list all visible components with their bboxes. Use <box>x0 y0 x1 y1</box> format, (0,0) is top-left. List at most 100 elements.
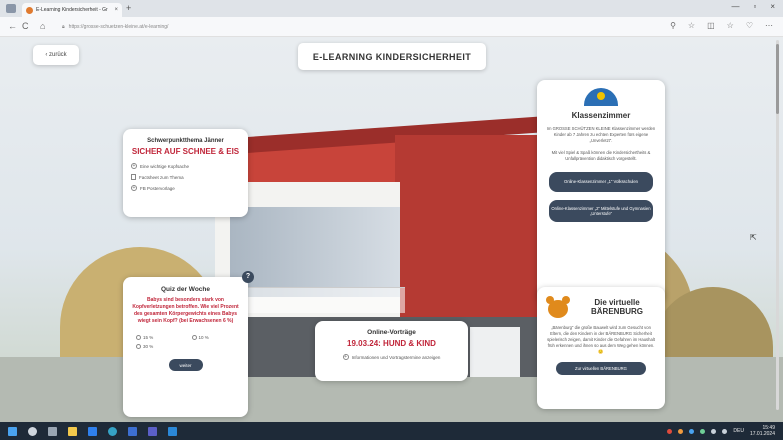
quiz-question: Babys sind besonders stark von Kopfverle… <box>132 297 239 324</box>
office-icon[interactable] <box>168 426 177 436</box>
document-icon <box>131 174 136 180</box>
windows-taskbar: DEU 15:49 17.01.2024 <box>0 422 783 440</box>
classroom-heading: Klassenzimmer <box>571 111 631 120</box>
radio-icon[interactable] <box>136 344 141 349</box>
focus-link-label: Eine wichtige Kopfsache <box>140 163 190 169</box>
focus-link-label: Factsheet zum Thema <box>139 174 184 180</box>
radio-icon[interactable] <box>136 335 141 340</box>
browser-tabbar: E-Learning Kindersicherheit - Gr × + — ▫… <box>0 0 783 17</box>
close-window-button[interactable]: × <box>770 2 775 11</box>
talks-link-label: Informationen und Vortragstermine anzeig… <box>351 354 441 360</box>
new-tab-button[interactable]: + <box>126 3 131 13</box>
house-door <box>470 327 520 377</box>
split-screen-icon[interactable]: ◫ <box>707 21 715 30</box>
url-field[interactable]: 🔒︎ https://grosse-schuetzen-kleine.at/e-… <box>62 20 662 33</box>
lock-icon: 🔒︎ <box>62 23 65 30</box>
url-text: https://grosse-schuetzen-kleine.at/e-lea… <box>68 23 169 30</box>
focus-link-label: FB Postervorlage <box>140 185 175 191</box>
back-button-label: ‹ zurück <box>45 52 67 58</box>
quiz-option[interactable]: 15 % <box>136 335 186 340</box>
focus-link-factsheet[interactable]: Factsheet zum Thema <box>131 174 240 180</box>
task-view-icon[interactable] <box>48 426 57 436</box>
back-button[interactable]: ‹ zurück <box>33 45 79 65</box>
focus-headline: SICHER AUF SCHNEE & EIS <box>131 147 240 156</box>
radio-icon[interactable] <box>191 335 197 340</box>
read-aloud-icon[interactable]: ⚲ <box>670 21 676 30</box>
mail-icon[interactable] <box>88 426 97 436</box>
tray-app-icon[interactable] <box>700 428 706 434</box>
classroom-primary-button[interactable]: Online-Klassenzimmer „1“ Volksschulen <box>549 172 653 192</box>
tray-app-icon[interactable] <box>689 428 695 434</box>
tray-app-icon[interactable] <box>667 428 673 434</box>
plus-circle-icon: + <box>342 354 349 360</box>
favorites-icon[interactable]: ☆ <box>727 21 734 30</box>
page-title-text: E-LEARNING KINDERSICHERHEIT <box>312 51 472 62</box>
tab-title: E-Learning Kindersicherheit - Gr <box>36 7 108 13</box>
store-icon[interactable] <box>128 426 137 436</box>
baerenburg-button[interactable]: Zur virtuellen BÄRENBURG <box>556 362 646 375</box>
quiz-option-label: 10 % <box>198 335 209 340</box>
quiz-option[interactable]: 10 % <box>191 335 242 340</box>
plus-circle-icon: + <box>131 185 137 191</box>
talks-link[interactable]: + Informationen und Vortragstermine anze… <box>323 354 460 360</box>
page-canvas: ‹ zurück E-LEARNING KINDERSICHERHEIT Sch… <box>0 37 783 422</box>
quiz-next-button[interactable]: weiter <box>168 359 203 371</box>
taskbar-apps <box>0 426 177 436</box>
edge-browser-icon[interactable] <box>108 426 117 436</box>
scrollbar-thumb[interactable] <box>776 44 779 114</box>
search-icon[interactable] <box>28 426 37 436</box>
quiz-card: ? Quiz der Woche Babys sind besonders st… <box>123 271 254 417</box>
browser-toolbar: ⚲ ☆ ◫ ☆ ♡ ⋯ <box>670 21 773 30</box>
focus-topic-card: Schwerpunktthema Jänner SICHER AUF SCHNE… <box>123 129 248 217</box>
focus-link-video[interactable]: + Eine wichtige Kopfsache <box>131 163 240 169</box>
talks-heading: Online-Vorträge <box>367 329 416 336</box>
tray-app-icon[interactable] <box>678 428 684 434</box>
window-menu-icon[interactable] <box>6 4 16 13</box>
quiz-option[interactable]: 30 % <box>136 344 186 349</box>
tab-close-icon[interactable]: × <box>114 7 118 13</box>
classroom-secondary-button[interactable]: Online-Klassenzimmer „2“ Mittelstufe und… <box>549 200 653 222</box>
clock-date: 17.01.2024 <box>749 431 775 437</box>
baerenburg-card: Die virtuelle BÄRENBURG „Bärenburg“ die … <box>537 287 665 409</box>
baerenburg-description: „Bärenburg“ die große Bauwelt wird zum G… <box>547 325 655 354</box>
page-title: E-LEARNING KINDERSICHERHEIT <box>298 43 486 70</box>
mouse-cursor-icon: ⇱ <box>750 233 757 242</box>
quiz-options: 15 % 10 % 30 % <box>130 335 241 349</box>
quiz-option-label: 15 % <box>143 335 154 340</box>
teams-icon[interactable] <box>148 426 157 436</box>
home-icon[interactable]: ⌂ <box>40 21 45 31</box>
system-tray: DEU 15:49 17.01.2024 <box>667 425 775 437</box>
focus-link-poster[interactable]: + FB Postervorlage <box>131 185 240 191</box>
question-mark-icon: ? <box>242 271 254 283</box>
bear-icon <box>545 295 571 319</box>
classroom-logo-icon <box>584 88 618 106</box>
favorite-star-icon[interactable]: ☆ <box>688 21 695 30</box>
volume-icon[interactable] <box>722 428 728 434</box>
quiz-heading: Quiz der Woche <box>161 286 210 293</box>
back-arrow-icon[interactable]: ← <box>8 21 17 31</box>
maximize-button[interactable]: ▫ <box>753 2 756 11</box>
taskbar-clock[interactable]: 15:49 17.01.2024 <box>750 425 775 437</box>
house-window <box>230 207 400 297</box>
classroom-intro: Im GROSSE SCHÜTZEN KLEINE Klassenzimmer … <box>546 126 656 143</box>
classroom-description: Mit viel Spiel & Spaß können die Kinders… <box>551 150 651 161</box>
plus-circle-icon: + <box>131 163 137 169</box>
windows-start-icon[interactable] <box>8 426 17 436</box>
address-bar: ← C ⌂ 🔒︎ https://grosse-schuetzen-kleine… <box>0 17 783 37</box>
profile-icon[interactable]: ♡ <box>746 21 753 30</box>
talks-headline: 19.03.24: HUND & KIND <box>347 339 436 348</box>
window-controls: — ▫ × <box>731 2 775 11</box>
baerenburg-header: Die virtuelle BÄRENBURG <box>545 295 657 319</box>
browser-tab[interactable]: E-Learning Kindersicherheit - Gr × <box>22 3 122 17</box>
talks-card: Online-Vorträge 19.03.24: HUND & KIND + … <box>315 321 468 381</box>
quiz-option-label: 30 % <box>143 344 154 349</box>
network-icon[interactable] <box>711 428 717 434</box>
minimize-button[interactable]: — <box>731 2 739 11</box>
reload-icon[interactable]: C <box>22 21 29 31</box>
classroom-card: Klassenzimmer Im GROSSE SCHÜTZEN KLEINE … <box>537 80 665 302</box>
favicon-icon <box>26 6 33 14</box>
more-menu-icon[interactable]: ⋯ <box>765 21 773 30</box>
language-indicator[interactable]: DEU <box>733 428 744 434</box>
file-explorer-icon[interactable] <box>68 426 77 436</box>
focus-heading: Schwerpunktthema Jänner <box>147 138 224 144</box>
